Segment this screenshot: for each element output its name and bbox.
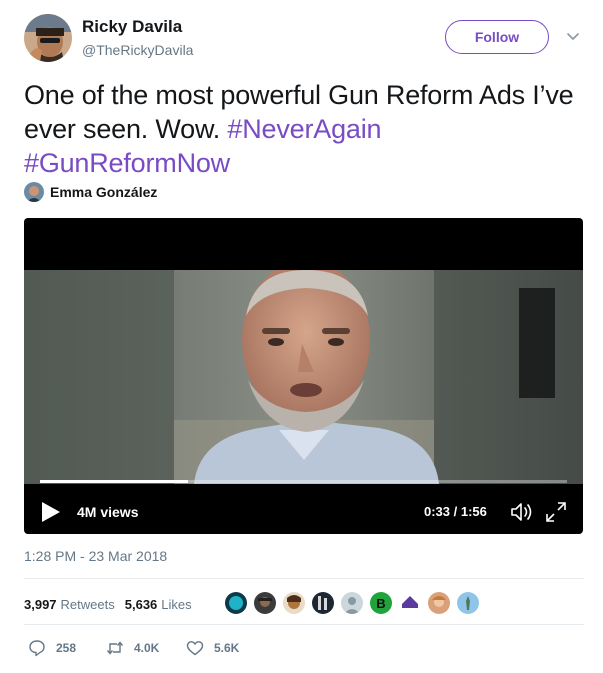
chevron-down-icon[interactable] — [565, 28, 581, 44]
reply-icon — [29, 640, 45, 657]
likes-label[interactable]: Likes — [161, 597, 191, 612]
likes-count[interactable]: 5,636 — [125, 597, 158, 612]
liker-avatar[interactable] — [426, 590, 452, 616]
author-handle[interactable]: @TheRickyDavila — [82, 42, 193, 58]
liker-avatar[interactable] — [310, 590, 336, 616]
attribution-name: Emma González — [50, 184, 158, 200]
video-views: 4M views — [77, 504, 139, 520]
liker-avatar[interactable]: B — [368, 590, 394, 616]
tweet-text: One of the most powerful Gun Reform Ads … — [24, 78, 584, 180]
liker-avatar[interactable] — [339, 590, 365, 616]
liker-avatar[interactable] — [223, 590, 249, 616]
play-icon[interactable] — [40, 500, 62, 524]
tweet-timestamp[interactable]: 1:28 PM - 23 Mar 2018 — [24, 548, 167, 564]
reply-count: 258 — [56, 641, 77, 655]
like-count: 5.6K — [214, 641, 240, 655]
like-button[interactable]: 5.6K — [186, 638, 239, 658]
video-progress-bar[interactable] — [40, 480, 567, 483]
retweets-label[interactable]: Retweets — [61, 597, 115, 612]
heart-icon — [186, 641, 204, 656]
volume-icon[interactable] — [510, 501, 534, 523]
retweet-icon — [106, 641, 124, 655]
retweet-count: 4.0K — [134, 641, 160, 655]
liker-avatar[interactable] — [281, 590, 307, 616]
divider — [24, 578, 584, 579]
video-attribution[interactable]: Emma González — [24, 181, 157, 203]
liker-avatar[interactable] — [252, 590, 278, 616]
tweet-header: Ricky Davila @TheRickyDavila Follow — [24, 14, 584, 66]
hashtag-link[interactable]: #NeverAgain — [227, 114, 381, 144]
expand-icon[interactable] — [545, 501, 567, 523]
liker-avatar[interactable] — [455, 590, 481, 616]
retweet-button[interactable]: 4.0K — [106, 638, 159, 658]
hashtag-link[interactable]: #GunReformNow — [24, 148, 230, 178]
video-time: 0:33 / 1:56 — [424, 504, 487, 519]
video-progress-fill — [40, 480, 188, 483]
attribution-avatar — [24, 182, 44, 202]
retweets-count[interactable]: 3,997 — [24, 597, 57, 612]
author-avatar[interactable] — [24, 14, 72, 62]
video-player[interactable]: 4M views 0:33 / 1:56 — [24, 218, 583, 534]
follow-button[interactable]: Follow — [445, 20, 549, 54]
reply-button[interactable]: 258 — [28, 638, 76, 658]
video-thumbnail — [24, 270, 583, 484]
engagement-stats: 3,997 Retweets 5,636 Likes — [24, 593, 202, 615]
liker-avatar[interactable] — [397, 590, 423, 616]
divider — [24, 624, 584, 625]
author-name[interactable]: Ricky Davila — [82, 17, 182, 37]
svg-text:B: B — [376, 596, 385, 611]
